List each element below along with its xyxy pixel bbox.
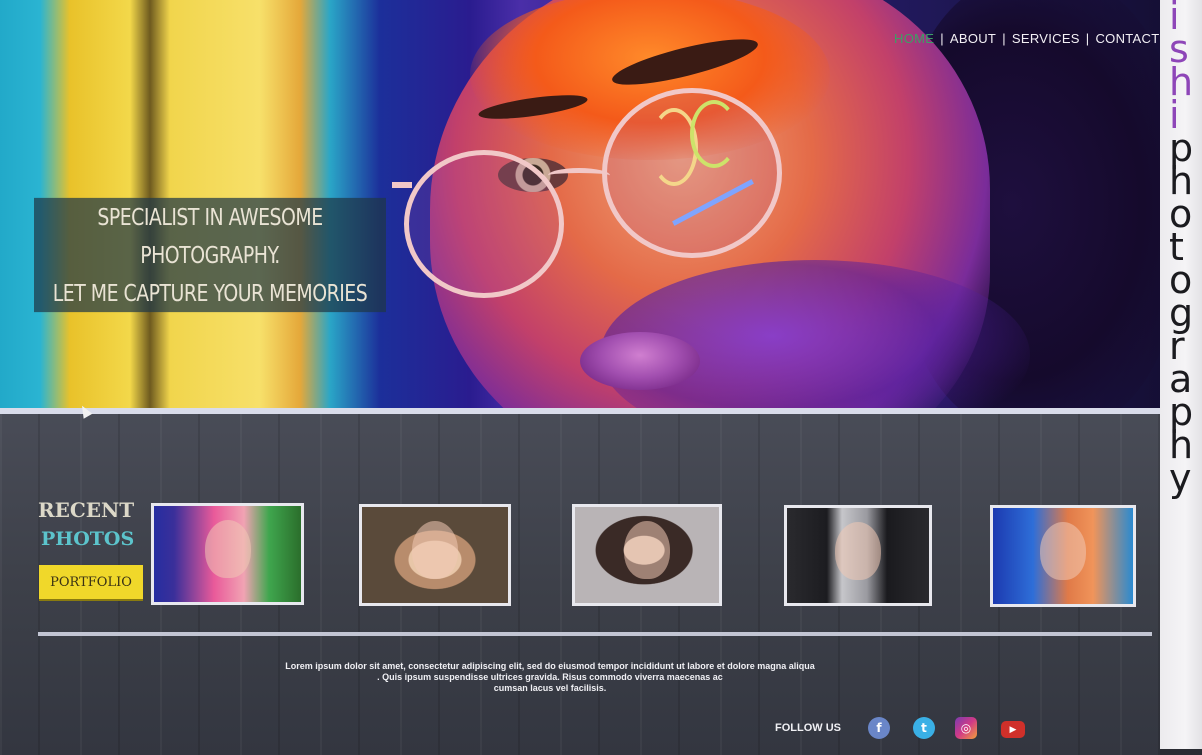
brand-name-part2: photography (1168, 129, 1193, 500)
photo-subject (1040, 522, 1086, 580)
tagline-line: SPECIALIST IN AWESOME (97, 203, 323, 231)
neon-reflection (650, 108, 698, 186)
hero-banner: SPECIALIST IN AWESOME PHOTOGRAPHY. LET M… (0, 0, 1160, 408)
photos-title: PHOTOS (41, 528, 135, 550)
twitter-icon[interactable]: t (913, 717, 935, 739)
neon-reflection (690, 100, 738, 168)
glasses-lens (404, 150, 564, 298)
hero-lips (580, 332, 700, 390)
footer-description: Lorem ipsum dolor sit amet, consectetur … (270, 661, 830, 694)
portfolio-button[interactable]: PORTFOLIO (39, 565, 143, 599)
glasses-lens (602, 88, 782, 258)
recent-photo-thumbnail[interactable] (784, 505, 932, 606)
nav-about[interactable]: ABOUT (950, 31, 996, 46)
nav-separator: | (940, 31, 944, 46)
nav-contact[interactable]: CONTACT (1095, 31, 1159, 46)
instagram-icon[interactable]: ◎ (955, 717, 977, 739)
photo-subject (835, 521, 881, 580)
footer-text-line: . Quis ipsum suspendisse ultrices gravid… (377, 672, 723, 682)
glasses-bridge (548, 168, 610, 183)
tagline-line: PHOTOGRAPHY. (140, 241, 280, 269)
photo-subject (624, 521, 670, 579)
nav-home[interactable]: HOME (894, 31, 934, 46)
nav-services[interactable]: SERVICES (1012, 31, 1080, 46)
photo-subject (204, 520, 251, 578)
recent-photo-thumbnail[interactable] (572, 504, 722, 606)
recent-photo-thumbnail[interactable] (151, 503, 304, 605)
youtube-icon[interactable]: ▶ (1001, 721, 1025, 738)
hero-tagline: SPECIALIST IN AWESOME PHOTOGRAPHY. LET M… (34, 197, 386, 313)
recent-title: RECENT (38, 498, 135, 522)
recent-photo-thumbnail[interactable] (990, 505, 1136, 607)
footer-text-line: cumsan lacus vel facilisis. (493, 683, 607, 693)
brand-logo-vertical: ishi photography (1160, 0, 1202, 749)
nav-separator: | (1085, 31, 1090, 46)
recent-photo-thumbnail[interactable] (359, 504, 511, 606)
facebook-icon[interactable]: f (868, 717, 890, 739)
nav-separator: | (1002, 31, 1006, 46)
brand-name-part1: ishi (1169, 0, 1193, 134)
main-nav: HOME | ABOUT | SERVICES | CONTACT (894, 31, 1159, 46)
photo-subject (412, 521, 458, 579)
follow-us-label: FOLLOW US (775, 722, 841, 734)
section-divider (38, 632, 1152, 636)
tagline-line: LET ME CAPTURE YOUR MEMORIES (52, 279, 368, 307)
footer-text-line: Lorem ipsum dolor sit amet, consectetur … (285, 661, 815, 671)
glasses-arm (392, 182, 412, 188)
brand-letter: y (1168, 456, 1192, 500)
